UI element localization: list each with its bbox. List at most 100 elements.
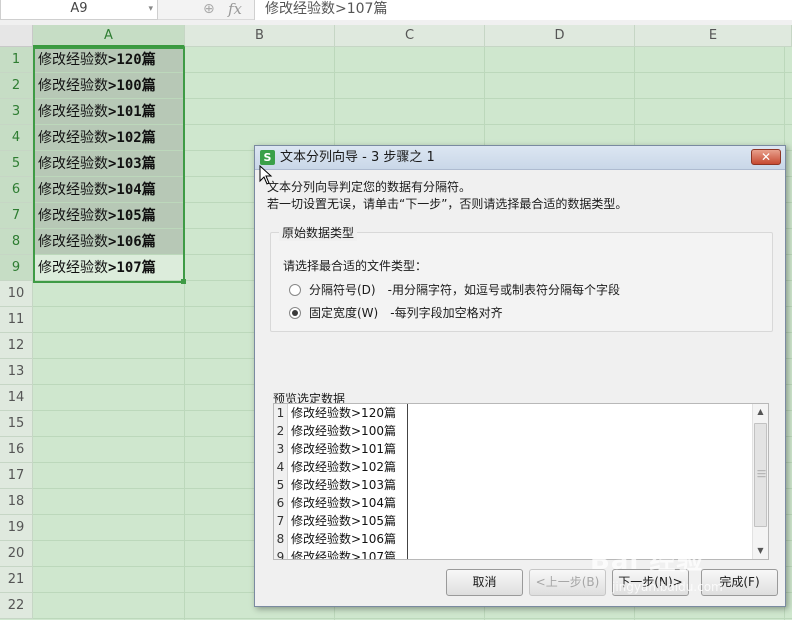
column-header-e[interactable]: E	[635, 25, 792, 47]
row-header-3[interactable]: 3	[0, 99, 33, 125]
preview-row-number: 7	[274, 512, 288, 530]
preview-row-number: 3	[274, 440, 288, 458]
preview-row-text: 修改经验数>104篇	[291, 496, 396, 510]
row-header-6[interactable]: 6	[0, 177, 33, 203]
preview-row-number: 6	[274, 494, 288, 512]
grid-line	[184, 47, 185, 620]
cell-value: >104篇	[108, 182, 156, 198]
cell-value: >101篇	[108, 104, 156, 120]
fx-icon[interactable]: fx	[228, 0, 242, 18]
cell-value: >100篇	[108, 78, 156, 94]
scroll-up-icon[interactable]: ▲	[753, 404, 768, 420]
vertical-scrollbar[interactable]: ▲ — — — ▼	[752, 404, 768, 559]
cell-value: >105篇	[108, 208, 156, 224]
scroll-thumb[interactable]: — — —	[754, 423, 767, 527]
preview-box[interactable]: 1 修改经验数>120篇 2 修改经验数>100篇 3 修改经验数>101篇 4 修改经验数>…	[273, 403, 769, 560]
row-header-14[interactable]: 14	[0, 385, 33, 411]
cell-text: 修改经验数	[38, 104, 108, 120]
preview-row-text: 修改经验数>102篇	[291, 460, 396, 474]
preview-row-number: 1	[274, 404, 288, 422]
row-header-12[interactable]: 12	[0, 333, 33, 359]
column-header-a[interactable]: A	[33, 25, 185, 47]
option-delimited-label: 分隔符号(D)	[309, 283, 376, 297]
row-header-4[interactable]: 4	[0, 125, 33, 151]
watermark-url: jingyan.baidu.com	[612, 580, 723, 594]
row-header-20[interactable]: 20	[0, 541, 33, 567]
cell-value: >107篇	[108, 260, 156, 276]
row-header-9[interactable]: 9	[0, 255, 33, 281]
cell-text: 修改经验数	[38, 260, 108, 276]
cell-value: >106篇	[108, 234, 156, 250]
app-icon: S	[260, 150, 275, 165]
row-header-21[interactable]: 21	[0, 567, 33, 593]
preview-row: 7 修改经验数>105篇	[274, 512, 408, 530]
column-header-d[interactable]: D	[485, 25, 635, 47]
row-header-13[interactable]: 13	[0, 359, 33, 385]
row-header-19[interactable]: 19	[0, 515, 33, 541]
preview-row: 6 修改经验数>104篇	[274, 494, 408, 512]
scroll-down-icon[interactable]: ▼	[753, 543, 768, 559]
row-header-8[interactable]: 8	[0, 229, 33, 255]
preview-row: 4 修改经验数>102篇	[274, 458, 408, 476]
watermark-logo: Bai 经验	[590, 546, 704, 576]
preview-row-text: 修改经验数>105篇	[291, 514, 396, 528]
preview-row: 9 修改经验数>107篇	[274, 548, 408, 559]
radio-delimited[interactable]	[289, 284, 301, 296]
preview-row-number: 9	[274, 548, 288, 559]
grid-line	[33, 618, 792, 619]
formula-bar: A9 ▾ ⊕ fx 修改经验数>107篇	[0, 0, 792, 20]
cell-a7[interactable]: 修改经验数>105篇	[34, 203, 184, 228]
close-button[interactable]: ✕	[751, 149, 781, 165]
cell-a8[interactable]: 修改经验数>106篇	[34, 229, 184, 254]
cell-text: 修改经验数	[38, 156, 108, 172]
column-header-b[interactable]: B	[185, 25, 335, 47]
name-box[interactable]: A9 ▾	[0, 0, 158, 20]
option-fixed-width[interactable]: 固定宽度(W) -每列字段加空格对齐	[289, 304, 503, 321]
cell-a4[interactable]: 修改经验数>102篇	[34, 125, 184, 150]
cancel-button[interactable]: 取消	[446, 569, 523, 596]
cell-a5[interactable]: 修改经验数>103篇	[34, 151, 184, 176]
select-all-corner[interactable]	[0, 25, 33, 47]
text-to-columns-dialog: S 文本分列向导 - 3 步骤之 1 ✕ 文本分列向导判定您的数据有分隔符。 若…	[254, 145, 786, 607]
preview-row-text: 修改经验数>100篇	[291, 424, 396, 438]
fill-handle[interactable]	[181, 279, 186, 284]
zoom-icon[interactable]: ⊕	[203, 0, 215, 18]
column-break-line[interactable]	[407, 404, 408, 559]
cell-a6[interactable]: 修改经验数>104篇	[34, 177, 184, 202]
preview-row: 5 修改经验数>103篇	[274, 476, 408, 494]
preview-row-text: 修改经验数>120篇	[291, 406, 396, 420]
row-header-17[interactable]: 17	[0, 463, 33, 489]
row-header-7[interactable]: 7	[0, 203, 33, 229]
cell-a9[interactable]: 修改经验数>107篇	[34, 255, 184, 280]
name-box-value: A9	[70, 1, 88, 16]
cell-text: 修改经验数	[38, 52, 108, 68]
radio-fixed-width[interactable]	[289, 307, 301, 319]
column-header-c[interactable]: C	[335, 25, 485, 47]
cell-value: >102篇	[108, 130, 156, 146]
intro-text-2: 若一切设置无误，请单击“下一步”，否则请选择最合适的数据类型。	[267, 197, 628, 211]
cell-a2[interactable]: 修改经验数>100篇	[34, 73, 184, 98]
cell-a1[interactable]: 修改经验数>120篇	[34, 47, 184, 72]
row-header-11[interactable]: 11	[0, 307, 33, 333]
row-header-2[interactable]: 2	[0, 73, 33, 99]
preview-row: 8 修改经验数>106篇	[274, 530, 408, 548]
row-header-18[interactable]: 18	[0, 489, 33, 515]
row-header-15[interactable]: 15	[0, 411, 33, 437]
preview-row-text: 修改经验数>101篇	[291, 442, 396, 456]
cell-a3[interactable]: 修改经验数>101篇	[34, 99, 184, 124]
cell-text: 修改经验数	[38, 130, 108, 146]
row-header-1[interactable]: 1	[0, 47, 33, 73]
preview-row: 1 修改经验数>120篇	[274, 404, 408, 422]
cell-text: 修改经验数	[38, 208, 108, 224]
cell-text: 修改经验数	[38, 78, 108, 94]
dialog-titlebar[interactable]: S 文本分列向导 - 3 步骤之 1 ✕	[255, 146, 785, 170]
row-header-16[interactable]: 16	[0, 437, 33, 463]
data-type-group: 原始数据类型 请选择最合适的文件类型： 分隔符号(D) -用分隔字符，如逗号或制表…	[270, 224, 773, 332]
row-header-10[interactable]: 10	[0, 281, 33, 307]
preview-row-number: 5	[274, 476, 288, 494]
formula-input[interactable]: 修改经验数>107篇	[254, 0, 792, 20]
row-header-22[interactable]: 22	[0, 593, 33, 619]
option-delimited[interactable]: 分隔符号(D) -用分隔字符，如逗号或制表符分隔每个字段	[289, 281, 620, 298]
row-header-5[interactable]: 5	[0, 151, 33, 177]
chevron-down-icon[interactable]: ▾	[148, 0, 153, 18]
